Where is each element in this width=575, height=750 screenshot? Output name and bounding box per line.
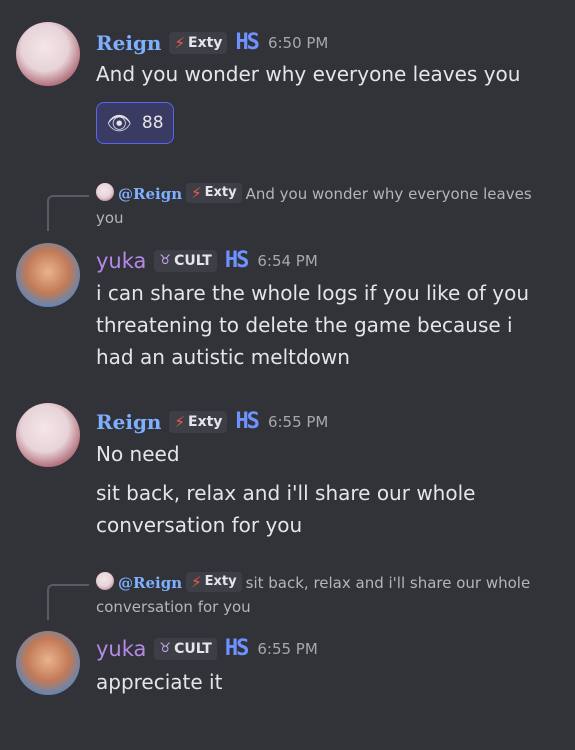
avatar[interactable]: [16, 631, 80, 695]
message-line: No need: [96, 442, 180, 466]
reply-avatar: [96, 183, 114, 201]
message-line: appreciate it: [96, 670, 223, 694]
lightning-icon: ⚡: [191, 573, 202, 591]
eye-icon: 👁: [106, 111, 132, 135]
username[interactable]: yuka: [96, 637, 146, 661]
message-header: yuka ♉ CULT HS 6:55 PM: [96, 636, 318, 661]
message-header: yuka ♉ CULT HS 6:54 PM: [96, 248, 318, 273]
message-header: Reign ⚡ Exty HS 6:55 PM: [96, 409, 328, 434]
role-tag: ⚡ Exty: [186, 183, 242, 203]
message-text: sit back, relax and i'll share our whole…: [96, 477, 516, 541]
lightning-icon: ⚡: [174, 33, 186, 52]
role-tag-label: Exty: [204, 185, 237, 200]
message-text: And you wonder why everyone leaves you: [96, 58, 556, 90]
message-line: sit back, relax and i'll share our whole…: [96, 481, 476, 537]
role-tag[interactable]: ⚡ Exty: [169, 410, 228, 433]
message-line: And you wonder why everyone leaves you: [96, 62, 521, 86]
role-tag-label: CULT: [174, 640, 212, 657]
role-tag: ⚡ Exty: [186, 572, 242, 592]
timestamp: 6:55 PM: [257, 639, 318, 658]
reply-avatar: [96, 572, 114, 590]
role-tag[interactable]: ♉ CULT: [154, 637, 217, 660]
reaction-button[interactable]: 👁 88: [96, 102, 174, 144]
role-tag-label: Exty: [204, 574, 237, 589]
cult-icon: ♉: [159, 641, 172, 656]
hs-badge: HS: [235, 409, 259, 434]
username[interactable]: Reign: [96, 410, 161, 434]
avatar[interactable]: [16, 403, 80, 467]
role-tag[interactable]: ⚡ Exty: [169, 31, 228, 54]
timestamp: 6:54 PM: [257, 251, 318, 270]
message-text: appreciate it: [96, 666, 556, 698]
cult-icon: ♉: [159, 253, 172, 268]
avatar[interactable]: [16, 22, 80, 86]
reply-preview[interactable]: @Reign ⚡ Exty sit back, relax and i'll shar…: [96, 571, 556, 619]
username[interactable]: yuka: [96, 249, 146, 273]
timestamp: 6:50 PM: [267, 33, 329, 52]
hs-badge: HS: [224, 248, 249, 273]
message-line: i can share the whole logs if you like o…: [96, 281, 530, 369]
reaction-count: 88: [141, 113, 164, 133]
role-tag-label: CULT: [174, 252, 212, 269]
timestamp: 6:55 PM: [267, 412, 329, 431]
reply-connector: [47, 584, 89, 620]
hs-badge: HS: [224, 636, 249, 661]
role-tag-label: Exty: [188, 34, 223, 51]
lightning-icon: ⚡: [191, 184, 202, 202]
message-header: Reign ⚡ Exty HS 6:50 PM: [96, 30, 328, 55]
reply-preview[interactable]: @Reign ⚡ Exty And you wonder why everyone l…: [96, 182, 556, 230]
avatar[interactable]: [16, 243, 80, 307]
message-text: No need: [96, 438, 556, 470]
reply-mention[interactable]: @Reign: [118, 574, 182, 592]
reply-connector: [47, 195, 89, 231]
reply-mention[interactable]: @Reign: [118, 185, 182, 203]
message-text: i can share the whole logs if you like o…: [96, 277, 546, 373]
username[interactable]: Reign: [96, 31, 161, 55]
hs-badge: HS: [235, 30, 259, 55]
role-tag[interactable]: ♉ CULT: [154, 249, 217, 272]
lightning-icon: ⚡: [174, 412, 186, 431]
role-tag-label: Exty: [188, 413, 223, 430]
